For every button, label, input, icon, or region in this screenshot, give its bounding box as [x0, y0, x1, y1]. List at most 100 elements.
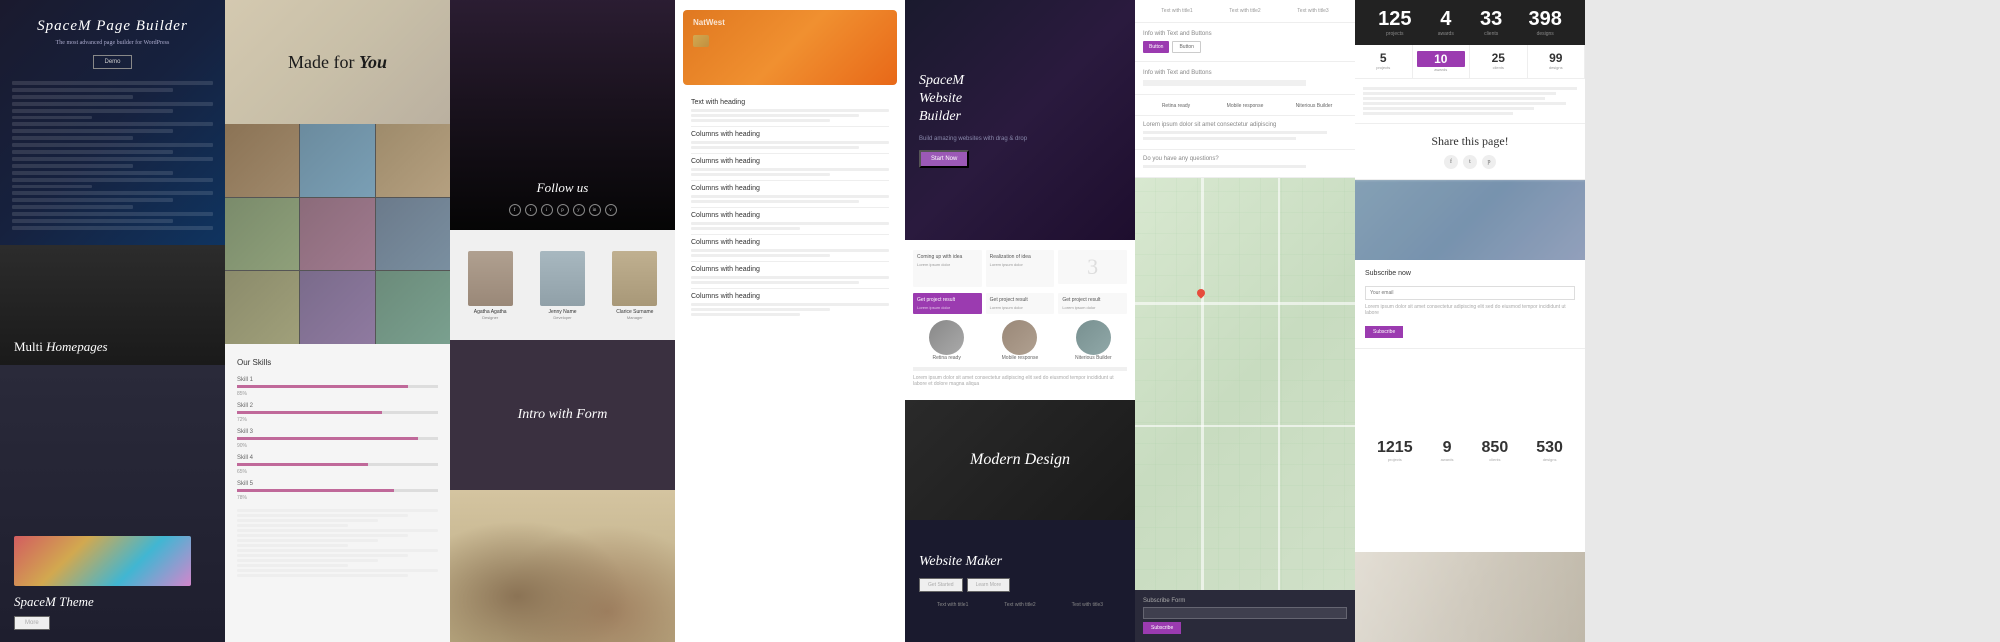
- panel-small-text: Lorem ipsum dolor sit amet consectetur a…: [1135, 116, 1355, 150]
- grid-stat-number: 25: [1474, 51, 1523, 65]
- panel-skills: Our Skills Skill 1 85% Skill 2 72% Skill…: [225, 344, 450, 642]
- mock-line: [12, 198, 173, 202]
- mock-content: [12, 81, 213, 233]
- spacem-theme-title: SpaceM Theme: [14, 594, 211, 610]
- panel-text-buttons-1: Info with Text and Buttons Button Button: [1135, 23, 1355, 62]
- circle-label: Mobile response: [1002, 355, 1039, 361]
- mock-line: [12, 171, 173, 175]
- panel-made-for-you: Made for You: [225, 0, 450, 124]
- linkedin-icon[interactable]: in: [589, 204, 601, 216]
- team-circle-col: Mobile response: [986, 320, 1053, 361]
- divider: [691, 153, 889, 154]
- thumb-col: Niterious Builder: [1281, 101, 1347, 109]
- step-item-purple: Get project result Lorem ipsum dolor: [913, 293, 982, 314]
- pst-label: Do you have any questions?: [1143, 156, 1347, 162]
- subscribe-submit-button[interactable]: Subscribe: [1365, 326, 1403, 338]
- share-section: Share this page! f t p: [1355, 124, 1585, 180]
- skill-pct: 65%: [237, 469, 438, 475]
- stat-item: 125 projects: [1378, 8, 1411, 37]
- text-line: [1363, 107, 1534, 110]
- learn-more-button[interactable]: Learn More: [967, 578, 1011, 592]
- mock-line: [12, 143, 213, 147]
- ptb-btn-outline[interactable]: Button: [1172, 41, 1200, 53]
- step-item: Get project result Lorem ipsum dolor: [1058, 293, 1127, 314]
- panel-text-buttons-2: Info with Text and Buttons: [1135, 62, 1355, 95]
- multi-homepages-title: Multi Homepages: [14, 339, 108, 355]
- photo-cell: [376, 124, 450, 197]
- skill-label: Skill 1: [237, 377, 438, 383]
- skill-bar-fill: [237, 411, 382, 414]
- column-1: SpaceM Page Builder The most advanced pa…: [0, 0, 225, 642]
- stat-label: designs: [1529, 31, 1562, 37]
- share-facebook-icon[interactable]: f: [1444, 155, 1458, 169]
- stat-label: projects: [1378, 31, 1411, 37]
- divider: [913, 367, 1127, 371]
- get-started-button[interactable]: Get Started: [919, 578, 963, 592]
- share-twitter-icon[interactable]: t: [1463, 155, 1477, 169]
- blur-photo-section: [1355, 180, 1585, 260]
- instagram-icon[interactable]: i: [541, 204, 553, 216]
- mock-line: [12, 95, 133, 99]
- content-line: [691, 254, 830, 257]
- thumb-label: Niterious Builder: [1296, 103, 1333, 109]
- content-line: [691, 313, 800, 316]
- column-2: Made for You Our Skills Skill 1 85% Skil: [225, 0, 450, 642]
- team-circle-col: Niterious Builder: [1060, 320, 1127, 361]
- more-button[interactable]: More: [14, 616, 50, 630]
- stat-item: 398 designs: [1529, 8, 1562, 37]
- skill-bar-bg: [237, 411, 438, 414]
- content-line: [237, 559, 378, 562]
- mock-line: [12, 116, 92, 119]
- content-line: [691, 146, 859, 149]
- follow-us-title: Follow us: [537, 180, 589, 196]
- photo-cell: [300, 124, 374, 197]
- panel-photo-grid: [225, 124, 450, 344]
- panel-follow-us: Follow us f t i p y in v: [450, 0, 675, 230]
- label-text: Text with title1: [937, 602, 968, 608]
- skill-bar-bg: [237, 489, 438, 492]
- pst-label: Lorem ipsum dolor sit amet consectetur a…: [1143, 122, 1347, 128]
- subscribe-button[interactable]: Subscribe: [1143, 622, 1181, 634]
- demo-button[interactable]: Demo: [93, 55, 131, 69]
- team-member: Clarice Surname Manager: [601, 251, 669, 320]
- pinterest-icon[interactable]: p: [557, 204, 569, 216]
- made-for-you-title: Made for You: [288, 52, 387, 73]
- mock-line: [12, 88, 173, 92]
- skill-row: Skill 2 72%: [237, 403, 438, 423]
- content-line: [237, 549, 438, 552]
- skills-title: Our Skills: [237, 358, 438, 367]
- step-desc: Lorem ipsum dolor: [1062, 305, 1123, 310]
- share-pinterest-icon[interactable]: p: [1482, 155, 1496, 169]
- ptb-label: Info with Text and Buttons: [1143, 70, 1347, 76]
- step-desc: Lorem ipsum dolor: [917, 262, 978, 267]
- col-header: Text with title2: [1211, 8, 1279, 14]
- subscribe-label: Subscribe Form: [1143, 598, 1347, 604]
- vimeo-icon[interactable]: v: [605, 204, 617, 216]
- divider: [691, 261, 889, 262]
- steps-grid-2: Get project result Lorem ipsum dolor Get…: [913, 293, 1127, 314]
- subscribe-email-input[interactable]: [1365, 286, 1575, 300]
- blur-overlay: [1355, 180, 1585, 260]
- youtube-icon[interactable]: y: [573, 204, 585, 216]
- column-7: 125 projects 4 awards 33 clients 398 des…: [1355, 0, 1585, 642]
- content-line: [691, 308, 830, 311]
- mock-line: [12, 178, 213, 182]
- content-line: [237, 544, 348, 547]
- skill-pct: 72%: [237, 417, 438, 423]
- text-line: [1363, 102, 1566, 105]
- grid-stat-label: projects: [1359, 65, 1408, 70]
- facebook-icon[interactable]: f: [509, 204, 521, 216]
- skill-bar-bg: [237, 463, 438, 466]
- subscribe-input[interactable]: [1143, 607, 1347, 619]
- website-maker-buttons: Get Started Learn More: [919, 578, 1121, 592]
- team-circle: [929, 320, 964, 355]
- stat-bottom: 9 awards: [1441, 439, 1454, 462]
- ptb-btn-purple[interactable]: Button: [1143, 41, 1169, 53]
- grid-stat-label: designs: [1532, 65, 1581, 70]
- text-line: [1363, 112, 1513, 115]
- twitter-icon[interactable]: t: [525, 204, 537, 216]
- circle-label: Retina ready: [932, 355, 960, 361]
- start-now-button[interactable]: Start Now: [919, 150, 969, 168]
- skill-pct: 85%: [237, 391, 438, 397]
- stat-bottom: 1215 projects: [1377, 439, 1413, 462]
